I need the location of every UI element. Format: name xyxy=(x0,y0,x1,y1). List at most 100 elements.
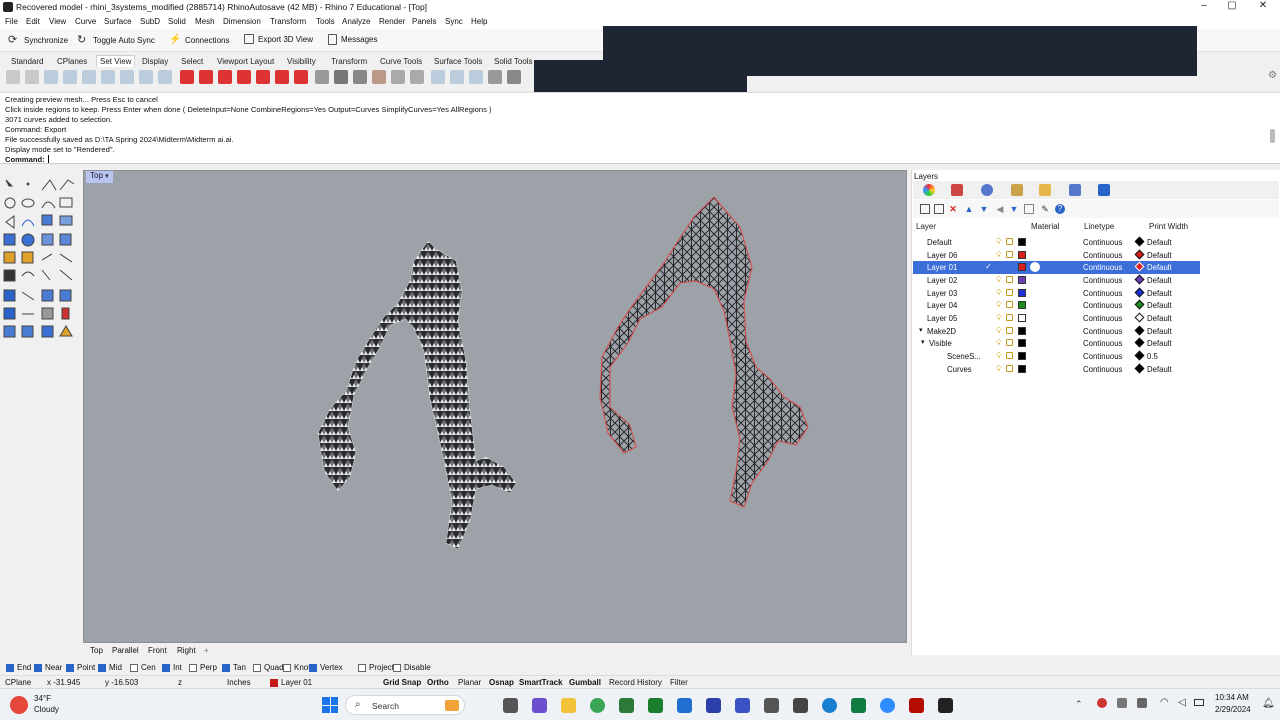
view-car-icon[interactable] xyxy=(218,70,232,84)
layer-print-width[interactable]: Default xyxy=(1147,289,1172,298)
menu-sync[interactable]: Sync xyxy=(445,17,463,26)
layer-tools-icon[interactable] xyxy=(1024,204,1034,214)
taskbar-search[interactable]: ⌕ Search xyxy=(345,695,465,715)
tab-top[interactable]: Top xyxy=(90,646,103,655)
menu-tools[interactable]: Tools xyxy=(316,17,335,26)
planar-toggle[interactable]: Planar xyxy=(458,678,481,687)
layer-color-swatch[interactable] xyxy=(1018,288,1026,297)
layer-color-swatch[interactable] xyxy=(1018,351,1026,360)
layer-row[interactable]: Default 💡︎ Continuous Default xyxy=(913,236,1200,249)
lock-icon[interactable] xyxy=(1006,275,1013,283)
zoom-extents-icon[interactable] xyxy=(82,70,96,84)
gumball-toggle[interactable]: Gumball xyxy=(569,678,601,687)
tab-cplanes[interactable]: CPlanes xyxy=(57,57,87,66)
shield-icon[interactable] xyxy=(507,70,521,84)
store-icon[interactable] xyxy=(619,698,634,713)
layer-row[interactable]: ▾ Make2D 💡︎ Continuous Default xyxy=(913,325,1200,338)
target-icon[interactable] xyxy=(431,70,445,84)
layer-color-swatch[interactable] xyxy=(1018,238,1026,246)
visibility-bulb-icon[interactable]: 💡︎ xyxy=(996,301,1003,309)
expand-toggle-icon[interactable]: ▾ xyxy=(921,338,925,346)
osnap-mid[interactable]: Mid xyxy=(98,663,122,672)
layer-print-width[interactable]: Default xyxy=(1147,301,1172,310)
lock-icon[interactable] xyxy=(1006,364,1013,372)
print-color-icon[interactable] xyxy=(1134,337,1145,348)
layer-print-width[interactable]: Default xyxy=(1147,314,1172,323)
illustrator-icon[interactable] xyxy=(909,698,924,713)
print-color-icon[interactable] xyxy=(1134,261,1145,272)
target3-icon[interactable] xyxy=(469,70,483,84)
new-sublayer-icon[interactable] xyxy=(934,204,944,214)
osnap-checkbox[interactable] xyxy=(66,663,74,672)
tray-icon-3[interactable] xyxy=(1137,698,1147,708)
tab-curve-tools[interactable]: Curve Tools xyxy=(380,57,422,66)
menu-edit[interactable]: Edit xyxy=(26,17,40,26)
battery-icon[interactable] xyxy=(1194,699,1204,706)
visibility-bulb-icon[interactable]: 💡︎ xyxy=(996,326,1003,335)
osnap-checkbox[interactable] xyxy=(189,663,197,672)
tab-front[interactable]: Front xyxy=(148,646,167,655)
layer-row[interactable]: Layer 04 💡︎ Continuous Default xyxy=(913,299,1200,312)
zoom-factor-icon[interactable] xyxy=(139,70,153,84)
ortho-toggle[interactable]: Ortho xyxy=(427,678,449,687)
lock-icon[interactable] xyxy=(1006,288,1013,296)
visibility-bulb-icon[interactable]: 💡︎ xyxy=(996,288,1003,297)
material-swatch[interactable] xyxy=(1030,262,1040,273)
tab-display[interactable]: Display xyxy=(142,57,168,66)
folder-tab-icon[interactable] xyxy=(1039,184,1051,196)
tab-transform[interactable]: Transform xyxy=(331,57,367,66)
visibility-bulb-icon[interactable]: 💡︎ xyxy=(996,313,1003,322)
osnap-quad[interactable]: Quad xyxy=(253,663,284,672)
layer-linetype[interactable]: Continuous xyxy=(1083,352,1122,361)
grasshopper-icon[interactable] xyxy=(764,698,779,713)
menu-solid[interactable]: Solid xyxy=(168,17,186,26)
print-color-icon[interactable] xyxy=(1134,249,1145,260)
layer-print-width[interactable]: Default xyxy=(1147,365,1172,374)
layer-linetype[interactable]: Continuous xyxy=(1083,289,1122,298)
add-tab-button[interactable]: + xyxy=(204,646,209,655)
layer-linetype[interactable]: Continuous xyxy=(1083,238,1122,247)
layer-row[interactable]: Curves 💡︎ Continuous Default xyxy=(913,363,1200,376)
expand-toggle-icon[interactable]: ▾ xyxy=(919,326,923,334)
target2-icon[interactable] xyxy=(450,70,464,84)
tab-solid-tools[interactable]: Solid Tools xyxy=(494,57,533,66)
layer-print-width[interactable]: Default xyxy=(1147,238,1172,247)
lock-icon[interactable] xyxy=(1006,250,1013,258)
weather-icon[interactable] xyxy=(10,696,28,714)
layer-print-width[interactable]: Default xyxy=(1147,263,1172,272)
tab-parallel[interactable]: Parallel xyxy=(112,646,139,655)
task-view-icon[interactable] xyxy=(503,698,518,713)
print-color-icon[interactable] xyxy=(1134,350,1145,361)
connections-button[interactable]: ⚡ Connections xyxy=(169,34,229,46)
layer-print-width[interactable]: Default xyxy=(1147,251,1172,260)
column-layer[interactable]: Layer xyxy=(916,222,936,231)
layer-linetype[interactable]: Continuous xyxy=(1083,301,1122,310)
viewport-title-tab[interactable]: Top ▾ xyxy=(86,171,113,183)
print-color-icon[interactable] xyxy=(1134,287,1145,298)
light-icon[interactable] xyxy=(391,70,405,84)
edge-icon[interactable] xyxy=(822,698,837,713)
view-top-icon[interactable] xyxy=(199,70,213,84)
export-3d-view-button[interactable]: Export 3D View xyxy=(244,34,313,44)
print-color-icon[interactable] xyxy=(1134,312,1145,323)
chrome-icon[interactable] xyxy=(590,698,605,713)
osnap-vertex[interactable]: Vertex xyxy=(309,663,343,672)
print-color-icon[interactable] xyxy=(1134,325,1145,335)
layer-row[interactable]: ▾ Visible 💡︎ Continuous Default xyxy=(913,337,1200,350)
named-cplane-icon[interactable] xyxy=(372,70,386,84)
layer-linetype[interactable]: Continuous xyxy=(1083,327,1122,336)
menu-subd[interactable]: SubD xyxy=(140,17,160,26)
menu-view[interactable]: View xyxy=(49,17,66,26)
osnap-checkbox[interactable] xyxy=(6,663,14,672)
maximize-button[interactable]: ▢ xyxy=(1218,0,1246,11)
layer-row[interactable]: SceneS... 💡︎ Continuous 0.5 xyxy=(913,350,1200,363)
print-color-icon[interactable] xyxy=(1134,299,1145,310)
osnap-near[interactable]: Near xyxy=(34,663,62,672)
lock-icon[interactable] xyxy=(1006,326,1013,334)
cplane-label[interactable]: CPlane xyxy=(5,678,31,687)
layers-tab-icon[interactable] xyxy=(951,184,963,196)
zoom-target-icon[interactable] xyxy=(158,70,172,84)
filter-toggle[interactable]: Filter xyxy=(670,678,688,687)
current-layer[interactable]: Layer 01 xyxy=(270,678,312,687)
spotlight-icon[interactable] xyxy=(410,70,424,84)
